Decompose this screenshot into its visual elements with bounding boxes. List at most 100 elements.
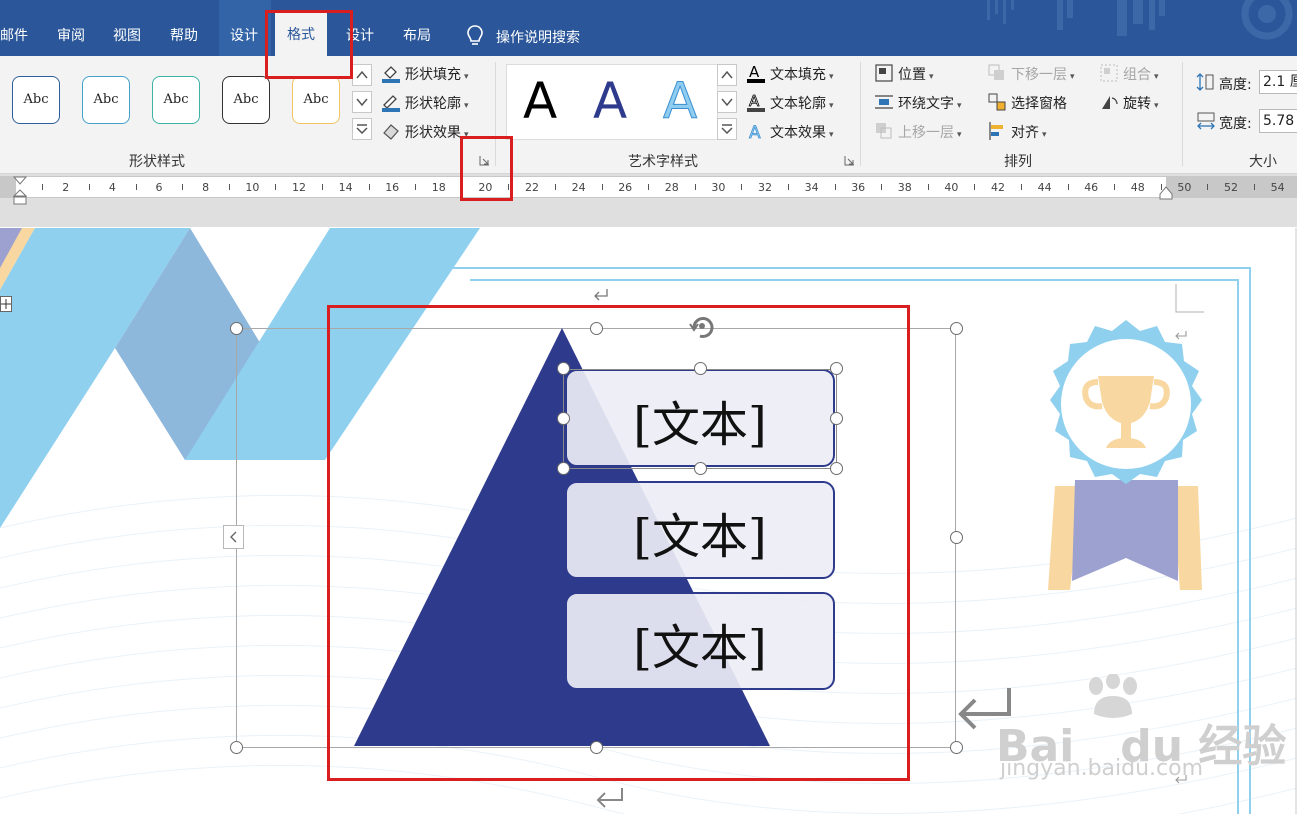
width-input[interactable]: 5.78 bbox=[1259, 109, 1297, 133]
rotate-handle-icon[interactable] bbox=[686, 312, 718, 340]
ruler-number: 12 bbox=[292, 181, 306, 194]
ruler-tick bbox=[881, 184, 883, 190]
resize-handle-top-right[interactable] bbox=[950, 322, 963, 335]
arrange-group-label: 排列 bbox=[1004, 154, 1032, 170]
ruler-tick bbox=[1020, 184, 1022, 190]
tab-help[interactable]: 帮助 bbox=[170, 0, 198, 56]
wrap-text-icon bbox=[875, 95, 893, 109]
box-handle-left[interactable] bbox=[557, 412, 570, 425]
shape-selection-frame bbox=[563, 369, 837, 469]
title-bar-decoration-icon bbox=[987, 0, 1293, 40]
tab-mailings[interactable]: 邮件 bbox=[0, 0, 28, 56]
box-handle-top-left[interactable] bbox=[557, 362, 570, 375]
tab-smartart-design[interactable]: 设计 bbox=[219, 0, 271, 56]
ruler-tick bbox=[135, 184, 137, 190]
text-effects-label: 文本效果 bbox=[770, 125, 826, 141]
wordart-gallery-up-button[interactable] bbox=[717, 64, 737, 86]
ruler-number: 10 bbox=[245, 181, 260, 194]
ruler-number: 16 bbox=[385, 181, 400, 194]
shape-style-thumb-1[interactable]: Abc bbox=[12, 76, 60, 124]
height-input[interactable]: 2.1 厘 bbox=[1259, 70, 1297, 94]
chevron-down-icon bbox=[721, 98, 733, 107]
height-label: 高度: bbox=[1219, 77, 1252, 93]
box-handle-bottom-left[interactable] bbox=[557, 462, 570, 475]
resize-handle-right[interactable] bbox=[950, 531, 963, 544]
tab-review[interactable]: 审阅 bbox=[57, 0, 85, 56]
chevron-down-icon bbox=[356, 98, 368, 107]
ruler-number: 18 bbox=[431, 181, 446, 194]
position-icon bbox=[875, 64, 893, 82]
box-handle-top-right[interactable] bbox=[830, 362, 843, 375]
shape-style-thumb-5[interactable]: Abc bbox=[292, 76, 340, 124]
tell-me-label: 操作说明搜索 bbox=[496, 30, 580, 46]
ruler-tick bbox=[741, 184, 743, 190]
shape-style-thumb-3[interactable]: Abc bbox=[152, 76, 200, 124]
shape-styles-gallery-scroll[interactable] bbox=[352, 64, 372, 140]
ruler-tick bbox=[1253, 184, 1255, 190]
pyramid-text-box-3[interactable]: [文本] bbox=[565, 592, 835, 690]
wordart-sample-1[interactable]: A bbox=[523, 69, 557, 133]
chevron-up-icon bbox=[356, 70, 368, 79]
send-backward-label: 下移一层 bbox=[1011, 67, 1067, 83]
shape-style-thumb-2[interactable]: Abc bbox=[82, 76, 130, 124]
wordart-dialog-launcher-icon[interactable] bbox=[844, 155, 855, 166]
resize-handle-bottom-left[interactable] bbox=[230, 741, 243, 754]
ruler-tick bbox=[974, 184, 976, 190]
resize-handle-top-left[interactable] bbox=[230, 322, 243, 335]
wordart-gallery-scroll[interactable] bbox=[717, 64, 737, 140]
group-label: 组合 bbox=[1123, 67, 1151, 83]
more-icon bbox=[356, 124, 368, 134]
shape-fill-label: 形状填充 bbox=[405, 67, 461, 83]
shape-styles-group-label: 形状样式 bbox=[129, 154, 185, 170]
document-page[interactable]: [文本] [文本] [文本] Bai du 经验 jingyan.baidu.c… bbox=[0, 228, 1297, 814]
ruler-tick bbox=[88, 184, 90, 190]
ruler-number: 46 bbox=[1084, 181, 1099, 194]
ruler-tick bbox=[601, 184, 603, 190]
shape-style-thumb-4[interactable]: Abc bbox=[222, 76, 270, 124]
resize-handle-bottom-right[interactable] bbox=[950, 741, 963, 754]
ruler-tick bbox=[834, 184, 836, 190]
ruler-tick bbox=[1067, 184, 1069, 190]
ruler-number: 50 bbox=[1177, 181, 1192, 194]
ruler-tick bbox=[787, 184, 789, 190]
ruler-tick bbox=[182, 184, 184, 190]
ribbon-tab-bar: 邮件 审阅 视图 帮助 设计 格式 设计 布局 操作说明搜索 bbox=[0, 0, 1297, 56]
ruler-tick bbox=[554, 184, 556, 190]
ruler-number: 52 bbox=[1224, 181, 1238, 194]
gallery-more-button[interactable] bbox=[352, 118, 372, 140]
indent-marker-icon[interactable] bbox=[13, 176, 27, 206]
shape-effects-icon bbox=[383, 124, 399, 140]
box-handle-bottom-right[interactable] bbox=[830, 462, 843, 475]
wordart-sample-2[interactable]: A bbox=[593, 69, 627, 133]
horizontal-ruler[interactable]: 2 4 6 8 10 12 14 16 18 20 22 24 26 28 30 32 34 36 38 40 42 44… bbox=[0, 176, 1297, 198]
ruler-number: 42 bbox=[991, 181, 1005, 194]
shape-styles-dialog-launcher-icon[interactable] bbox=[479, 155, 490, 166]
width-icon bbox=[1197, 112, 1215, 130]
gallery-down-button[interactable] bbox=[352, 91, 372, 113]
lightbulb-icon bbox=[467, 25, 483, 45]
selection-pane-label: 选择窗格 bbox=[1011, 96, 1067, 112]
right-indent-marker-icon[interactable] bbox=[1159, 186, 1173, 200]
tab-format[interactable]: 格式 bbox=[275, 12, 327, 56]
ribbon-panel: Abc Abc Abc Abc Abc 形状填充▾ 形状轮廓▾ 形状效果▾ bbox=[0, 56, 1297, 174]
tab-design[interactable]: 设计 bbox=[346, 0, 374, 56]
gallery-up-button[interactable] bbox=[352, 64, 372, 86]
pyramid-text-box-2[interactable]: [文本] bbox=[565, 481, 835, 579]
resize-handle-bottom[interactable] bbox=[590, 741, 603, 754]
tab-view[interactable]: 视图 bbox=[113, 0, 141, 56]
box-handle-top[interactable] bbox=[694, 362, 707, 375]
ruler-tick bbox=[694, 184, 696, 190]
box-handle-bottom[interactable] bbox=[694, 462, 707, 475]
wordart-sample-3[interactable]: A bbox=[662, 69, 697, 133]
wordart-gallery-more-button[interactable] bbox=[717, 118, 737, 140]
ruler-tick bbox=[927, 184, 929, 190]
ruler-tick bbox=[1207, 184, 1209, 190]
box-handle-right[interactable] bbox=[830, 412, 843, 425]
tab-layout[interactable]: 布局 bbox=[403, 0, 431, 56]
wordart-gallery-down-button[interactable] bbox=[717, 91, 737, 113]
chevron-up-icon bbox=[721, 70, 733, 79]
resize-handle-top[interactable] bbox=[590, 322, 603, 335]
ruler-number: 26 bbox=[618, 181, 633, 194]
ruler-number: 4 bbox=[108, 181, 116, 194]
move-handle-icon[interactable] bbox=[0, 296, 12, 312]
